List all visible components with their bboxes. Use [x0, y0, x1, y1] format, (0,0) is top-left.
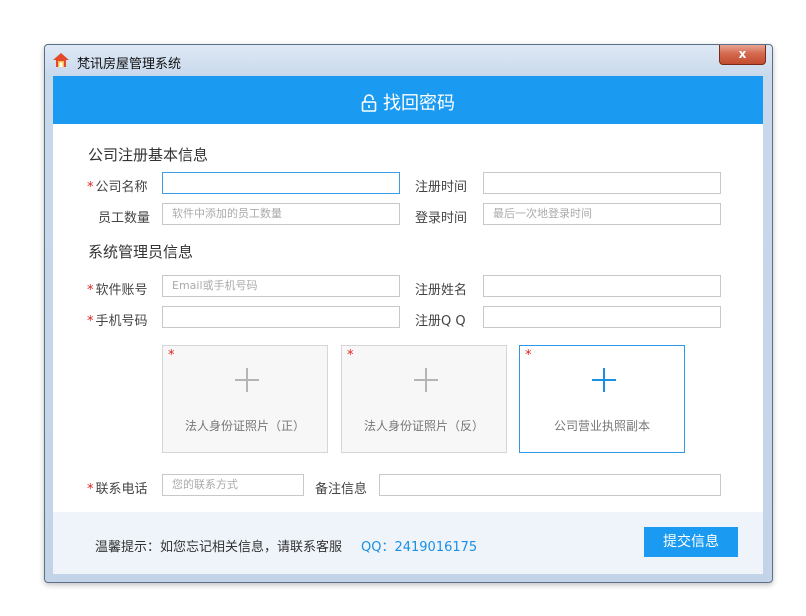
required-marker: *	[87, 314, 94, 329]
required-marker: *	[87, 482, 94, 497]
support-qq: QQ：2419016175	[361, 540, 478, 555]
required-marker: *	[87, 283, 94, 298]
contact-phone-input[interactable]: 您的联系方式	[162, 474, 304, 496]
dialog-title: 找回密码	[383, 93, 455, 114]
window-title: 梵讯房屋管理系统	[77, 57, 182, 72]
login-time-input[interactable]: 最后一次地登录时间	[483, 203, 721, 225]
admin-section-title: 系统管理员信息	[88, 243, 194, 261]
app-window: 梵讯房屋管理系统 x 找回密码 公司注册基本信息 * 公司名称 注册时间 员工数量…	[44, 44, 773, 583]
required-marker: *	[347, 348, 354, 363]
phone-input[interactable]	[162, 306, 400, 328]
required-marker: *	[168, 348, 175, 363]
plus-icon	[414, 368, 438, 392]
register-time-label: 注册时间	[415, 180, 468, 195]
register-qq-label: 注册Q Q	[415, 314, 466, 329]
house-logo-icon	[53, 53, 69, 67]
close-icon: x	[738, 47, 747, 61]
dialog-body: 找回密码 公司注册基本信息 * 公司名称 注册时间 员工数量 软件中添加的员工数量…	[53, 76, 763, 574]
employee-count-label: 员工数量	[98, 211, 151, 226]
help-tip: 温馨提示：如您忘记相关信息，请联系客服	[95, 540, 343, 555]
company-name-label: * 公司名称	[87, 180, 148, 195]
account-input[interactable]: Email或手机号码	[162, 275, 400, 297]
remark-label: 备注信息	[315, 482, 368, 497]
plus-icon	[235, 368, 259, 392]
account-label: * 软件账号	[87, 283, 148, 298]
contact-phone-label: * 联系电话	[87, 482, 148, 497]
upload-business-license[interactable]: * 公司营业执照副本	[519, 345, 685, 453]
phone-label: * 手机号码	[87, 314, 148, 329]
remark-input[interactable]	[379, 474, 721, 496]
dialog-header: 找回密码	[53, 76, 763, 124]
employee-count-input[interactable]: 软件中添加的员工数量	[162, 203, 400, 225]
upload-id-front[interactable]: * 法人身份证照片（正）	[162, 345, 328, 453]
upload-caption: 法人身份证照片（反）	[363, 419, 484, 433]
upload-id-back[interactable]: * 法人身份证照片（反）	[341, 345, 507, 453]
upload-caption: 法人身份证照片（正）	[184, 419, 305, 433]
title-bar[interactable]: 梵讯房屋管理系统 x	[45, 45, 772, 73]
login-time-label: 登录时间	[415, 211, 468, 226]
upload-caption: 公司营业执照副本	[553, 419, 650, 433]
lock-icon	[361, 94, 377, 112]
register-time-input[interactable]	[483, 172, 721, 194]
company-section-title: 公司注册基本信息	[88, 146, 209, 164]
dialog-footer: 温馨提示：如您忘记相关信息，请联系客服 QQ：2419016175 提交信息	[53, 512, 763, 574]
register-name-label: 注册姓名	[415, 283, 468, 298]
plus-icon	[592, 368, 616, 392]
required-marker: *	[525, 348, 532, 363]
submit-button[interactable]: 提交信息	[644, 527, 738, 557]
company-name-input[interactable]	[162, 172, 400, 194]
register-name-input[interactable]	[483, 275, 721, 297]
close-button[interactable]: x	[719, 45, 766, 65]
required-marker: *	[87, 180, 94, 195]
register-qq-input[interactable]	[483, 306, 721, 328]
